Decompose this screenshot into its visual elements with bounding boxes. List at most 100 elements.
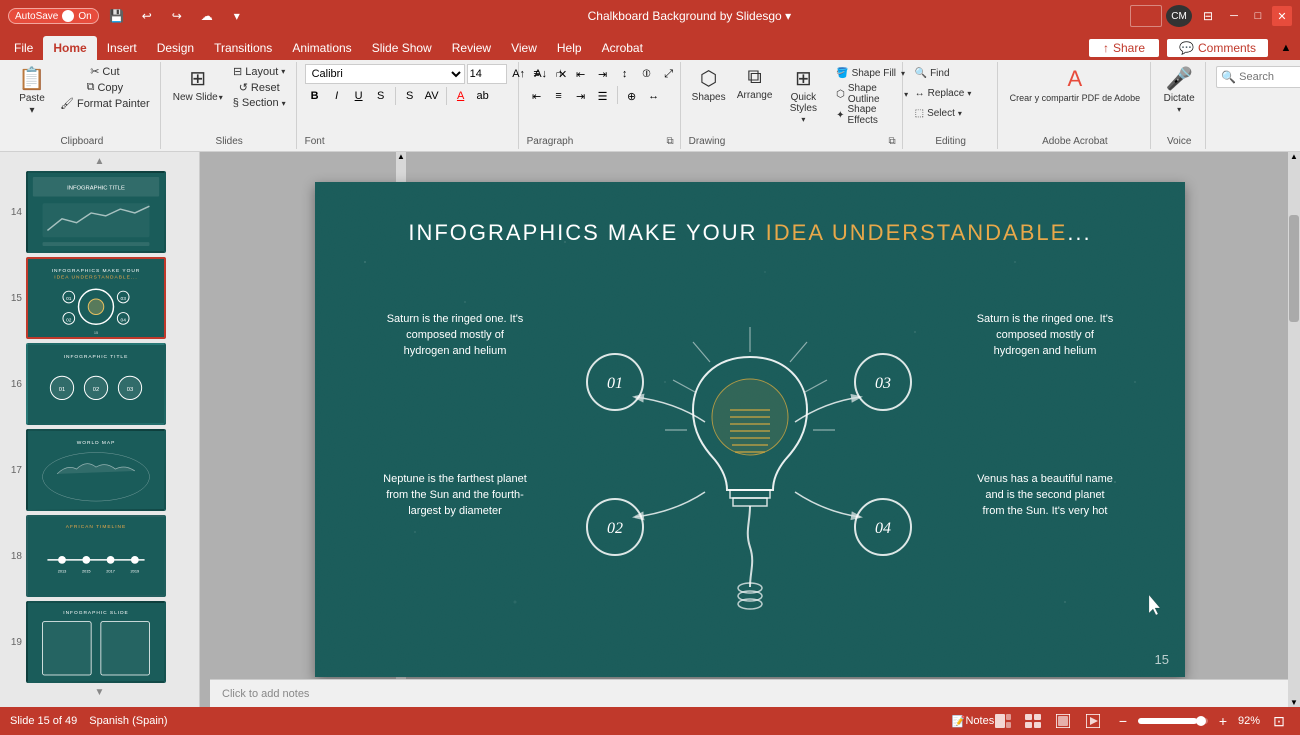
- slide-thumb-15[interactable]: INFOGRAPHICS MAKE YOUR IDEA UNDERSTANDAB…: [26, 257, 166, 339]
- slide-item-15[interactable]: 15 INFOGRAPHICS MAKE YOUR IDEA UNDERSTAN…: [4, 257, 195, 339]
- decrease-indent-button[interactable]: ⇤: [571, 64, 591, 84]
- shape-fill-button[interactable]: 🪣 Shape Fill ▾: [832, 64, 912, 82]
- select-dropdown[interactable]: ▾: [958, 109, 962, 118]
- numbered-list-button[interactable]: ⑁: [549, 64, 569, 84]
- user-avatar[interactable]: CM: [1166, 5, 1192, 27]
- cut-button[interactable]: ✂ Cut: [56, 64, 154, 79]
- copy-button[interactable]: ⧉ Copy: [56, 80, 154, 95]
- content-scroll-up[interactable]: ▲: [1288, 152, 1300, 161]
- paste-dropdown[interactable]: ▾: [29, 105, 34, 116]
- font-select[interactable]: Calibri: [305, 64, 465, 84]
- maximize-button[interactable]: □: [1248, 6, 1268, 26]
- tab-home[interactable]: Home: [43, 36, 96, 60]
- autosave-icon[interactable]: ☁: [195, 4, 219, 28]
- zoom-out-button[interactable]: −: [1112, 710, 1134, 732]
- increase-indent-button[interactable]: ⇥: [593, 64, 613, 84]
- align-right-button[interactable]: ⇥: [571, 86, 591, 106]
- slideshow-button[interactable]: [1082, 710, 1104, 732]
- font-size-input[interactable]: [467, 64, 507, 84]
- minimize-button[interactable]: ─: [1224, 6, 1244, 26]
- zoom-in-button[interactable]: +: [1212, 710, 1234, 732]
- arrange-button[interactable]: ⧉ Arrange: [735, 64, 775, 103]
- text-direction-button[interactable]: ⤢: [659, 64, 679, 84]
- slide-thumb-19[interactable]: INFOGRAPHIC SLIDE: [26, 601, 166, 683]
- shape-effects-button[interactable]: ✦ Shape Effects: [832, 106, 912, 124]
- notes-button[interactable]: 📝 Notes: [962, 710, 984, 732]
- slide-thumb-14[interactable]: INFOGRAPHIC TITLE: [26, 171, 166, 253]
- tab-slideshow[interactable]: Slide Show: [362, 36, 442, 60]
- shape-outline-button[interactable]: ⬡ Shape Outline ▾: [832, 85, 912, 103]
- share-button[interactable]: ↑ Share: [1089, 39, 1159, 57]
- find-button[interactable]: 🔍 Find: [911, 64, 991, 82]
- tab-file[interactable]: File: [4, 36, 43, 60]
- font-color-button[interactable]: A: [451, 86, 471, 106]
- strikethrough-button[interactable]: S: [371, 86, 391, 106]
- columns-button[interactable]: ⦶: [637, 64, 657, 84]
- layout-button[interactable]: ⊟ Layout ▾: [229, 64, 290, 79]
- paste-button[interactable]: 📋 Paste ▾: [10, 64, 54, 118]
- section-button[interactable]: § Section ▾: [229, 96, 290, 110]
- comments-button[interactable]: 💬 Comments: [1167, 39, 1268, 57]
- slide-item-14[interactable]: 14 INFOGRAPHIC TITLE: [4, 171, 195, 253]
- tab-help[interactable]: Help: [547, 36, 592, 60]
- quick-styles-button[interactable]: ⊞ Quick Styles ▾: [781, 64, 827, 126]
- new-slide-button[interactable]: ⊞ New Slide ▾: [169, 64, 227, 105]
- dictate-button[interactable]: 🎤 Dictate ▾: [1159, 64, 1199, 116]
- replace-dropdown[interactable]: ▾: [967, 89, 971, 98]
- format-painter-button[interactable]: 🖌 Format Painter: [56, 96, 154, 111]
- slide-item-17[interactable]: 17 WORLD MAP: [4, 429, 195, 511]
- new-slide-dropdown-icon[interactable]: ▾: [219, 93, 223, 102]
- reset-button[interactable]: ↺ Reset: [229, 80, 290, 95]
- search-box[interactable]: [1130, 5, 1162, 27]
- title-dropdown-icon[interactable]: ▾: [785, 9, 791, 23]
- bullet-list-button[interactable]: ≡: [527, 64, 547, 84]
- close-button[interactable]: ✕: [1272, 6, 1292, 26]
- italic-button[interactable]: I: [327, 86, 347, 106]
- content-scroll-thumb[interactable]: [1289, 215, 1299, 322]
- slide-item-19[interactable]: 19 INFOGRAPHIC SLIDE: [4, 601, 195, 683]
- undo-icon[interactable]: ↩: [135, 4, 159, 28]
- bold-button[interactable]: B: [305, 86, 325, 106]
- tab-acrobat[interactable]: Acrobat: [592, 36, 653, 60]
- slide-item-16[interactable]: 16 INFOGRAPHIC TITLE 01 02 03: [4, 343, 195, 425]
- normal-view-button[interactable]: [992, 710, 1014, 732]
- select-button[interactable]: ⬚ Select ▾: [911, 104, 991, 122]
- ribbon-display-icon[interactable]: ⊟: [1196, 4, 1220, 28]
- save-icon[interactable]: 💾: [105, 4, 129, 28]
- content-scroll-down[interactable]: ▼: [1288, 698, 1300, 707]
- tab-review[interactable]: Review: [442, 36, 501, 60]
- search-input[interactable]: [1239, 71, 1300, 83]
- scroll-up-button[interactable]: ▲: [4, 156, 195, 167]
- layout-dropdown-icon[interactable]: ▾: [281, 67, 285, 76]
- slide-thumb-16[interactable]: INFOGRAPHIC TITLE 01 02 03: [26, 343, 166, 425]
- slide-item-18[interactable]: 18 AFRICAN TIMELINE 2013 2015 2017: [4, 515, 195, 597]
- slide-thumb-18[interactable]: AFRICAN TIMELINE 2013 2015 2017 2019: [26, 515, 166, 597]
- char-spacing-button[interactable]: AV: [422, 86, 442, 106]
- smartart-button[interactable]: ⊕: [622, 86, 642, 106]
- section-dropdown-icon[interactable]: ▾: [282, 99, 286, 108]
- reading-view-button[interactable]: [1052, 710, 1074, 732]
- justify-button[interactable]: ☰: [593, 86, 613, 106]
- scroll-down-button[interactable]: ▼: [4, 687, 195, 698]
- slide-sorter-button[interactable]: [1022, 710, 1044, 732]
- shapes-button[interactable]: ⬡ Shapes: [689, 64, 729, 105]
- zoom-thumb[interactable]: [1196, 716, 1206, 726]
- tab-insert[interactable]: Insert: [97, 36, 147, 60]
- slide-thumb-17[interactable]: WORLD MAP: [26, 429, 166, 511]
- convert-button[interactable]: ↔: [644, 86, 664, 106]
- align-left-button[interactable]: ⇤: [527, 86, 547, 106]
- redo-icon[interactable]: ↪: [165, 4, 189, 28]
- tab-animations[interactable]: Animations: [282, 36, 361, 60]
- slide-canvas[interactable]: Infographics Make Your Idea Understandab…: [315, 182, 1185, 677]
- tab-view[interactable]: View: [501, 36, 547, 60]
- zoom-slider[interactable]: [1138, 718, 1208, 724]
- notes-placeholder[interactable]: Click to add notes: [222, 688, 309, 700]
- highlight-button[interactable]: ab: [473, 86, 493, 106]
- content-scrollbar[interactable]: ▲ ▼: [1288, 152, 1300, 707]
- shadow-button[interactable]: S: [400, 86, 420, 106]
- fit-slide-button[interactable]: ⊡: [1268, 710, 1290, 732]
- ribbon-collapse-button[interactable]: ▲: [1276, 38, 1296, 58]
- align-center-button[interactable]: ≡: [549, 86, 569, 106]
- customize-icon[interactable]: ▾: [225, 4, 249, 28]
- line-spacing-button[interactable]: ↕: [615, 64, 635, 84]
